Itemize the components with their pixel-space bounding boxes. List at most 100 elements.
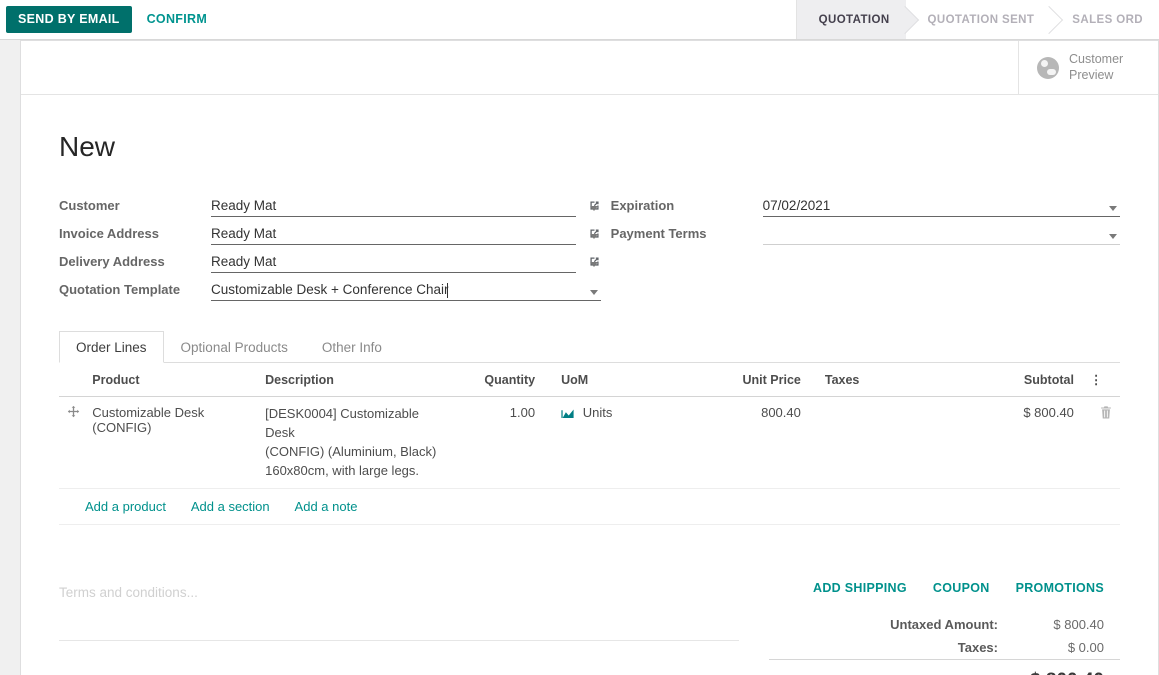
totals-table: Untaxed Amount: $ 800.40 Taxes: $ 0.00 T…: [769, 613, 1120, 675]
quotation-template-value: Customizable Desk + Conference Chair: [211, 282, 449, 298]
field-invoice-address: Invoice Address: [59, 217, 601, 245]
tab-optional-products[interactable]: Optional Products: [164, 331, 305, 363]
field-label-payment-terms: Payment Terms: [610, 226, 707, 241]
column-quantity[interactable]: Quantity: [454, 363, 544, 397]
status-step-sales-order[interactable]: SALES ORD: [1050, 0, 1159, 39]
field-quotation-template: Quotation Template Customizable Desk + C…: [59, 273, 601, 301]
status-bar: QUOTATION QUOTATION SENT SALES ORD: [795, 0, 1159, 39]
terms-and-conditions-section: Terms and conditions...: [59, 581, 759, 675]
add-a-note-link[interactable]: Add a note: [295, 499, 358, 514]
add-line-links: Add a product Add a section Add a note: [59, 489, 1120, 526]
total-label: Total:: [769, 659, 1020, 675]
sales-order-form-page: SEND BY EMAIL CONFIRM QUOTATION QUOTATIO…: [0, 0, 1159, 675]
subtotal-value: $ 800.40: [1023, 405, 1074, 420]
notebook: Order Lines Optional Products Other Info…: [59, 331, 1120, 526]
add-a-product-link[interactable]: Add a product: [85, 499, 166, 514]
delivery-address-input[interactable]: [211, 254, 576, 273]
cell-unit-price[interactable]: 800.40: [712, 396, 809, 490]
bottom-area: Terms and conditions... ADD SHIPPING COU…: [59, 581, 1120, 675]
stat-button-box: Customer Preview: [21, 41, 1158, 95]
area-chart-icon: [561, 407, 574, 422]
customer-preview-button[interactable]: Customer Preview: [1018, 41, 1158, 94]
tab-order-lines[interactable]: Order Lines: [59, 331, 164, 363]
field-input-wrap-invoice-address: [211, 226, 601, 245]
cell-delete: [1081, 396, 1120, 490]
expiration-input[interactable]: [762, 198, 1120, 217]
status-step-quotation[interactable]: QUOTATION: [796, 0, 906, 39]
form-fields: Customer Ready Mat Invoice Address Ready…: [59, 189, 1120, 301]
order-lines-head: Product Description Quantity UoM Unit Pr…: [59, 363, 1120, 397]
globe-icon: [1037, 56, 1059, 79]
drag-handle-icon[interactable]: [67, 405, 80, 421]
untaxed-amount-label: Untaxed Amount:: [890, 617, 998, 633]
totals-row-taxes: Taxes: $ 0.00: [769, 636, 1120, 660]
table-row[interactable]: Customizable Desk (CONFIG) [DESK0004] Cu…: [59, 396, 1120, 490]
cell-taxes[interactable]: [808, 396, 991, 490]
untaxed-amount-value: $ 800.40: [1053, 617, 1104, 633]
field-label-invoice-address: Invoice Address: [59, 226, 159, 241]
add-shipping-button[interactable]: ADD SHIPPING: [813, 581, 907, 595]
form-column-right: Expiration Payment Terms: [601, 189, 1120, 301]
taxes-label: Taxes:: [957, 640, 998, 656]
add-a-section-link[interactable]: Add a section: [191, 499, 270, 514]
field-input-wrap-delivery-address: [211, 254, 601, 273]
form-column-left: Customer Ready Mat Invoice Address Ready…: [59, 189, 601, 301]
field-input-wrap-quotation-template: Customizable Desk + Conference Chair: [211, 282, 601, 301]
totals-row-untaxed: Untaxed Amount: $ 800.40: [769, 613, 1120, 636]
terms-and-conditions-input[interactable]: Terms and conditions...: [59, 581, 739, 642]
cell-product[interactable]: Customizable Desk (CONFIG): [84, 396, 258, 490]
tab-other-info[interactable]: Other Info: [305, 331, 399, 363]
notebook-tabs: Order Lines Optional Products Other Info: [59, 331, 1120, 363]
field-label-delivery-address: Delivery Address: [59, 254, 165, 269]
customer-input[interactable]: [211, 198, 576, 217]
page-title: New: [59, 131, 116, 162]
totals-row-total: Total: $ 800.40: [769, 659, 1120, 675]
confirm-button[interactable]: CONFIRM: [136, 7, 218, 32]
cell-quantity[interactable]: 1.00: [454, 396, 544, 490]
field-input-wrap-payment-terms: [762, 226, 1120, 245]
external-link-icon-customer[interactable]: [588, 199, 601, 215]
column-unit-price[interactable]: Unit Price: [712, 363, 809, 397]
field-payment-terms: Payment Terms: [611, 217, 1120, 245]
column-description[interactable]: Description: [257, 363, 455, 397]
description-line-3: 160x80cm, with large legs.: [265, 462, 420, 478]
column-uom[interactable]: UoM: [543, 363, 713, 397]
uom-value: Units: [582, 405, 613, 420]
sheet-body: New Customer Ready Mat Invoice Address R…: [21, 95, 1158, 675]
invoice-address-input[interactable]: [211, 226, 576, 245]
payment-terms-input[interactable]: [762, 226, 1120, 245]
field-delivery-address: Delivery Address: [59, 245, 601, 273]
customer-preview-label: Customer Preview: [1069, 52, 1123, 83]
status-step-quotation-sent[interactable]: QUOTATION SENT: [905, 0, 1051, 39]
promotions-button[interactable]: PROMOTIONS: [1016, 581, 1104, 595]
trash-icon[interactable]: [1100, 406, 1112, 422]
field-customer: Customer: [59, 189, 601, 217]
send-by-email-button[interactable]: SEND BY EMAIL: [6, 6, 132, 33]
vertical-dots-icon[interactable]: ⋮: [1081, 363, 1120, 397]
order-lines-body: Customizable Desk (CONFIG) [DESK0004] Cu…: [59, 396, 1120, 490]
record-sheet: Customer Preview New Customer Ready Mat …: [20, 40, 1159, 675]
field-label-quotation-template: Quotation Template: [59, 282, 181, 297]
column-product[interactable]: Product: [84, 363, 258, 397]
coupon-button[interactable]: COUPON: [933, 581, 990, 595]
quotation-template-input[interactable]: Customizable Desk + Conference Chair: [211, 282, 601, 301]
external-link-icon-delivery-address[interactable]: [588, 255, 601, 271]
control-panel-buttons: SEND BY EMAIL CONFIRM: [0, 6, 218, 33]
cell-subtotal: $ 800.40: [990, 396, 1082, 490]
cell-uom[interactable]: Units: [543, 396, 713, 490]
taxes-value: $ 0.00: [1067, 640, 1104, 656]
external-link-icon-invoice-address[interactable]: [588, 227, 601, 243]
description-line-2: (CONFIG) (Aluminium, Black): [265, 443, 437, 459]
totals-action-links: ADD SHIPPING COUPON PROMOTIONS: [769, 581, 1120, 613]
customer-preview-line2: Preview: [1069, 67, 1114, 82]
control-panel: SEND BY EMAIL CONFIRM QUOTATION QUOTATIO…: [0, 0, 1159, 40]
column-taxes[interactable]: Taxes: [808, 363, 991, 397]
field-label-expiration: Expiration: [610, 198, 675, 213]
row-drag-handle-cell: [59, 396, 85, 490]
description-line-1: [DESK0004] Customizable Desk: [265, 406, 420, 440]
total-value: $ 800.40: [1020, 659, 1120, 675]
totals-section: ADD SHIPPING COUPON PROMOTIONS Untaxed A…: [759, 581, 1120, 675]
column-subtotal[interactable]: Subtotal: [990, 363, 1082, 397]
cell-description[interactable]: [DESK0004] Customizable Desk (CONFIG) (A…: [257, 396, 455, 490]
order-lines-table: Product Description Quantity UoM Unit Pr…: [59, 363, 1120, 490]
